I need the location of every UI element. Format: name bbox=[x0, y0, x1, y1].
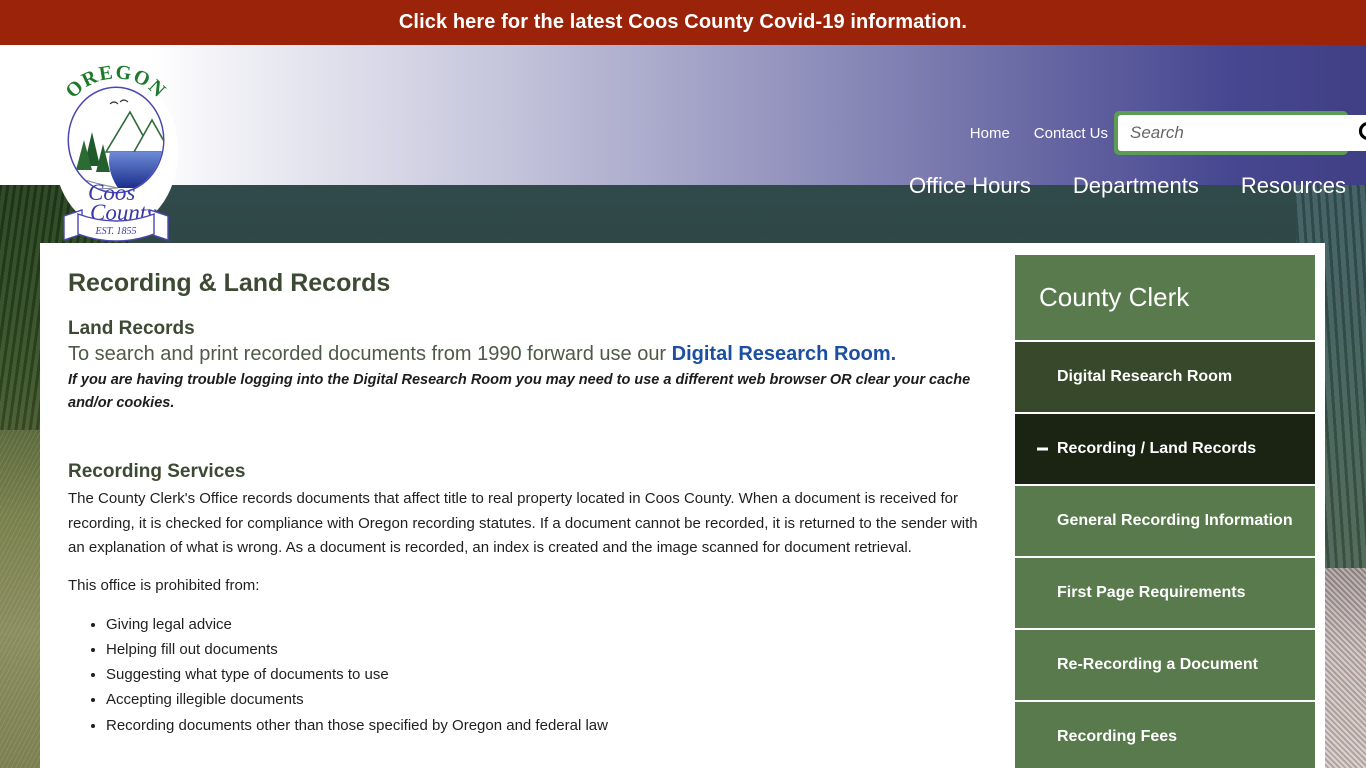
sidebar-item-label: General Recording Information bbox=[1057, 512, 1293, 530]
sidebar-item-label: Digital Research Room bbox=[1057, 368, 1233, 386]
prohibited-list: Giving legal advice Helping fill out doc… bbox=[68, 613, 987, 738]
nav-link-office-hours[interactable]: Office Hours bbox=[909, 173, 1031, 199]
content-card: Recording & Land Records Land Records To… bbox=[40, 243, 1325, 768]
search-box[interactable] bbox=[1114, 111, 1366, 155]
sidebar-item-label: Re-Recording a Document bbox=[1057, 656, 1258, 674]
sidebar-item-recording-land-records[interactable]: Recording / Land Records bbox=[1015, 412, 1315, 484]
sidebar-item-label: Recording / Land Records bbox=[1057, 440, 1257, 458]
heading-recording-services: Recording Services bbox=[68, 461, 246, 483]
sidebar-title: County Clerk bbox=[1015, 255, 1315, 340]
search-icon[interactable] bbox=[1356, 119, 1366, 147]
main-navigation: Office Hours Departments Resources bbox=[909, 173, 1346, 199]
collapse-marker-icon[interactable] bbox=[1037, 447, 1048, 451]
land-records-note: If you are having trouble logging into t… bbox=[68, 372, 971, 412]
digital-research-room-link[interactable]: Digital Research Room. bbox=[672, 343, 897, 365]
article-body: Recording & Land Records Land Records To… bbox=[40, 243, 1015, 768]
list-item: Helping fill out documents bbox=[106, 638, 987, 662]
sidebar-item-label: Recording Fees bbox=[1057, 728, 1178, 746]
nav-link-contact-us[interactable]: Contact Us bbox=[1034, 125, 1108, 142]
list-item: Accepting illegible documents bbox=[106, 688, 987, 712]
list-item: Suggesting what type of documents to use bbox=[106, 663, 987, 687]
list-item: Recording documents other than those spe… bbox=[106, 714, 987, 738]
sidebar-item-general-recording-information[interactable]: General Recording Information bbox=[1015, 484, 1315, 556]
land-records-lead-text: To search and print recorded documents f… bbox=[68, 343, 672, 365]
page-title: Recording & Land Records bbox=[68, 269, 391, 297]
nav-link-departments[interactable]: Departments bbox=[1073, 173, 1199, 199]
logo-banner-text: EST. 1855 bbox=[95, 226, 137, 237]
sidebar-item-re-recording-a-document[interactable]: Re-Recording a Document bbox=[1015, 628, 1315, 700]
land-records-lead: To search and print recorded documents f… bbox=[68, 342, 987, 367]
recording-services-paragraph: The County Clerk's Office records docume… bbox=[68, 490, 978, 556]
header-top-links: Home Contact Us bbox=[970, 125, 1108, 142]
nav-link-home[interactable]: Home bbox=[970, 125, 1010, 142]
covid-alert-link[interactable]: Click here for the latest Coos County Co… bbox=[399, 11, 967, 34]
search-input[interactable] bbox=[1128, 122, 1356, 144]
county-logo[interactable]: OREGON Coos County EST. 1855 bbox=[48, 48, 184, 248]
sidebar-item-digital-research-room[interactable]: Digital Research Room bbox=[1015, 340, 1315, 412]
search-field-wrapper[interactable] bbox=[1118, 115, 1366, 151]
page-root: Click here for the latest Coos County Co… bbox=[0, 0, 1366, 768]
sidebar-item-label: First Page Requirements bbox=[1057, 584, 1246, 602]
covid-alert-bar[interactable]: Click here for the latest Coos County Co… bbox=[0, 0, 1366, 45]
nav-link-resources[interactable]: Resources bbox=[1241, 173, 1346, 199]
sidebar-menu: County Clerk Digital Research Room Recor… bbox=[1015, 243, 1325, 768]
sidebar-item-recording-fees[interactable]: Recording Fees bbox=[1015, 700, 1315, 768]
prohibited-intro: This office is prohibited from: bbox=[68, 577, 260, 595]
list-item: Giving legal advice bbox=[106, 613, 987, 637]
site-header: OREGON Coos County EST. 1855 Home Contac… bbox=[0, 45, 1366, 242]
heading-land-records: Land Records bbox=[68, 318, 195, 339]
sidebar-item-first-page-requirements[interactable]: First Page Requirements bbox=[1015, 556, 1315, 628]
